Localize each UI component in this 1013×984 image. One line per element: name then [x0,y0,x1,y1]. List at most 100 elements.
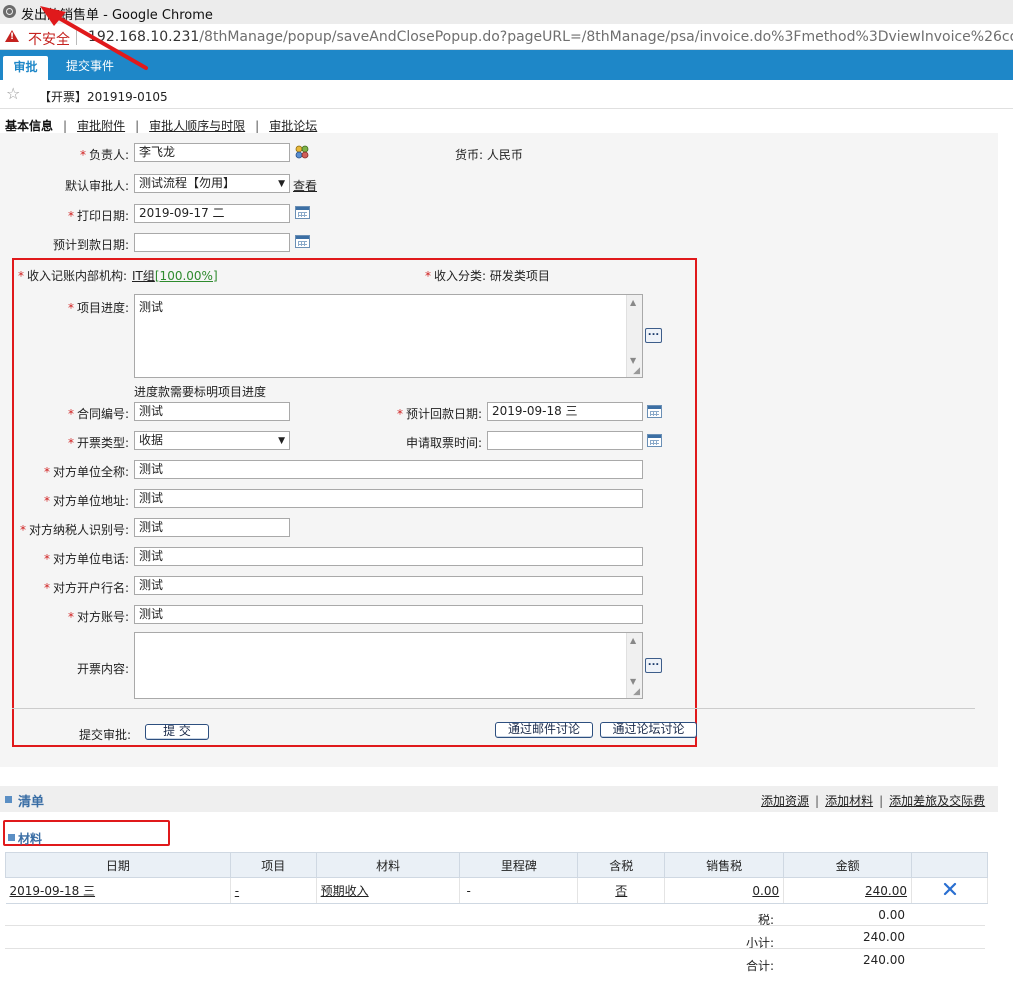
submit-label: 提交审批: [78,728,131,742]
delete-cell[interactable] [911,877,988,904]
calendar-icon[interactable] [295,235,310,248]
subnav-basic-info[interactable]: 基本信息 [5,117,53,134]
column-header: 销售税 [664,852,785,878]
party-name-label: * 对方单位全称: [43,465,129,479]
currency-label: 货币: 人民币 [455,148,523,162]
tab-submit-event[interactable]: 提交事件 [66,57,114,74]
calendar-icon[interactable] [647,405,662,418]
progress-textarea[interactable]: 测试 ▲ ▼ ◢ [134,294,643,378]
ellipsis-icon[interactable]: ... [645,658,662,673]
material-cell[interactable]: 预期收入 [316,877,461,904]
progress-label: * 项目进度: [67,301,129,315]
scrollbar[interactable]: ▲ ▼ [626,295,642,377]
divider [76,29,77,45]
column-header: 材料 [315,852,461,878]
dept-value[interactable]: IT组[100.00%] [132,267,218,284]
subnav-approver-order[interactable]: 审批人顺序与时限 [149,117,245,134]
url-text[interactable]: 192.168.10.231/8thManage/popup/saveAndCl… [88,29,1013,45]
progress-hint: 进度款需要标明项目进度 [134,385,267,399]
divider [0,108,1013,109]
delete-x-icon[interactable] [943,882,957,896]
calendar-icon[interactable] [647,434,662,447]
resize-grip-icon[interactable]: ◢ [633,687,640,697]
dept-label: * 收入记账内部机构: [18,269,128,283]
party-account-label: * 对方账号: [67,610,129,624]
security-status[interactable]: 不安全 [28,29,70,49]
resize-grip-icon[interactable]: ◢ [633,366,640,376]
tax-included-cell[interactable]: 否 [577,877,666,904]
invoice-type-label: * 开票类型: [67,436,129,450]
invoice-content-label: 开票内容: [76,662,129,676]
total-summary-label: 合计: [745,959,774,973]
party-phone-label: * 对方单位电话: [43,552,129,566]
table-row: 2019-09-18 三 - 预期收入 - 否 0.00 240.00 [5,877,988,904]
date-cell[interactable]: 2019-09-18 三 [5,877,231,904]
add-material-link[interactable]: 添加材料 [825,794,873,808]
pickup-time-label: 申请取票时间: [405,436,482,450]
section-marker-icon [8,834,15,841]
party-phone-input[interactable]: 测试 [134,547,643,566]
party-taxid-input[interactable]: 测试 [134,518,290,537]
tax-summary-value: 0.00 [878,908,905,922]
party-account-input[interactable]: 测试 [134,605,643,624]
party-name-input[interactable]: 测试 [134,460,643,479]
column-header: 项目 [229,852,317,878]
sub-navigation: 基本信息 | 审批附件 | 审批人顺序与时限 | 审批论坛 [5,117,318,134]
expected-pay-label: 预计到款日期: [52,238,129,252]
forum-discuss-button[interactable]: 通过论坛讨论 [600,722,697,738]
column-header [911,852,988,878]
table-header-row: 日期 项目 材料 里程碑 含税 销售税 金额 [5,852,988,878]
party-addr-input[interactable]: 测试 [134,489,643,508]
invoice-type-select[interactable]: 收据 [134,431,290,450]
approver-select[interactable]: 测试流程【勿用】 [134,174,290,193]
ellipsis-icon[interactable]: ... [645,328,662,343]
party-taxid-label: * 对方纳税人识别号: [19,523,129,537]
subnav-attachments[interactable]: 审批附件 [77,117,125,134]
owner-label: * 负责人: [79,148,129,162]
contract-no-label: * 合同编号: [67,407,129,421]
add-travel-expense-link[interactable]: 添加差旅及交际费 [889,794,985,808]
globe-icon [3,5,16,18]
add-resource-link[interactable]: 添加资源 [761,794,809,808]
party-bank-label: * 对方开户行名: [43,581,129,595]
milestone-cell: - [459,877,579,904]
contract-no-input[interactable]: 测试 [134,402,290,421]
url-path: /8thManage/popup/saveAndClosePopup.do?pa… [199,29,1013,45]
email-discuss-button[interactable]: 通过邮件讨论 [495,722,593,738]
project-cell[interactable]: - [230,877,317,904]
user-picker-icon[interactable] [294,144,310,160]
pickup-time-input[interactable] [487,431,643,450]
calendar-icon[interactable] [295,206,310,219]
star-icon[interactable]: ☆ [6,84,20,103]
list-title: 清单 [18,795,45,810]
subnav-forum[interactable]: 审批论坛 [269,117,317,134]
amount-cell[interactable]: 240.00 [783,877,913,904]
total-summary-value: 240.00 [863,953,905,967]
section-marker-icon [5,796,12,803]
divider [5,948,985,949]
divider [5,925,985,926]
party-bank-input[interactable]: 测试 [134,576,643,595]
window-title: 发出的销售单 - Google Chrome [21,8,213,23]
owner-input[interactable]: 李飞龙 [134,143,290,162]
print-date-label: * 打印日期: [67,209,129,223]
column-header: 日期 [5,852,231,878]
expected-pay-input[interactable] [134,233,290,252]
column-header: 含税 [577,852,666,878]
currency-value: 人民币 [486,148,523,162]
address-bar[interactable]: ! 不安全 192.168.10.231/8thManage/popup/sav… [0,24,1013,50]
url-host: 192.168.10.231 [88,29,200,45]
materials-table: 日期 项目 材料 里程碑 含税 销售税 金额 2019-09-18 三 - 预期… [5,852,988,904]
print-date-input[interactable]: 2019-09-17 二 [134,204,290,223]
approver-label: 默认审批人: [64,179,129,193]
expected-return-input[interactable]: 2019-09-18 三 [487,402,643,421]
divider [12,708,975,709]
invoice-content-textarea[interactable]: ▲ ▼ ◢ [134,632,643,699]
column-header: 金额 [783,852,913,878]
tab-approve[interactable]: 审批 [3,56,48,80]
submit-button[interactable]: 提 交 [145,724,209,740]
income-type-value: 研发类项目 [489,269,550,283]
sales-tax-cell[interactable]: 0.00 [664,877,785,904]
income-type-label: * 收入分类: 研发类项目 [425,269,550,283]
approver-view-link[interactable]: 查看 [293,177,317,194]
